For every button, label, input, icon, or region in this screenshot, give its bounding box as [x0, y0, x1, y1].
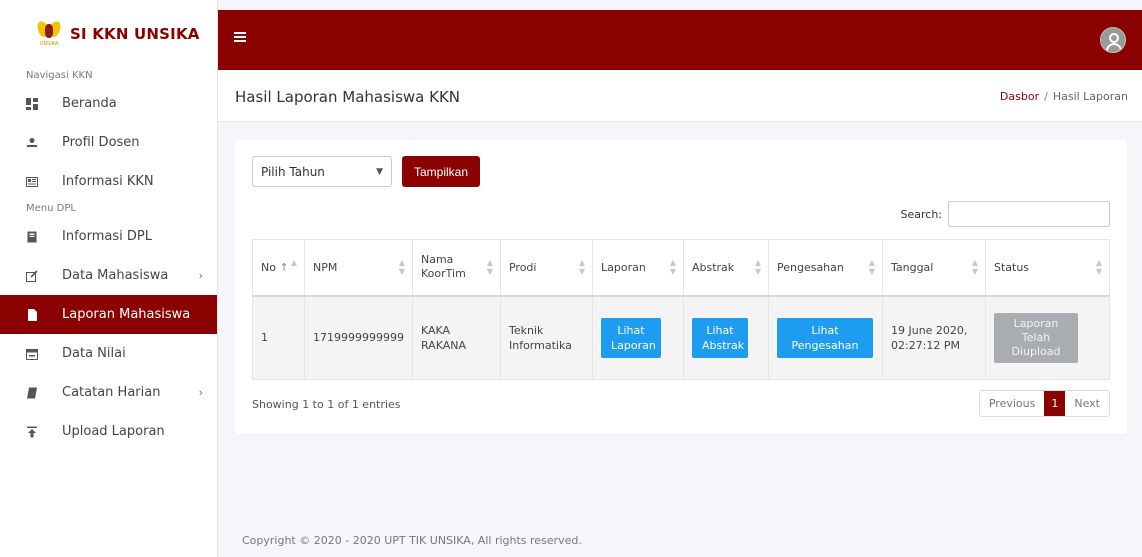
sidebar-item-catatan-harian[interactable]: Catatan Harian › [0, 373, 217, 412]
breadcrumb-home-link[interactable]: Dasbor [1000, 90, 1039, 103]
cell-status: Laporan Telah Diupload [984, 295, 1111, 380]
sidebar-item-informasi-kkn[interactable]: Informasi KKN [0, 162, 217, 201]
brand-title: SI KKN UNSIKA [70, 25, 200, 43]
chevron-down-icon: ▼ [376, 167, 383, 177]
breadcrumb: Dasbor / Hasil Laporan [1000, 90, 1128, 103]
breadcrumb-current: Hasil Laporan [1052, 90, 1128, 103]
report-card: Pilih Tahun ▼ Tampilkan Search: No ↑ ▲ NP… [235, 140, 1127, 434]
page-title: Hasil Laporan Mahasiswa KKN [235, 88, 461, 106]
status-badge: Laporan Telah Diupload [993, 312, 1078, 363]
sort-icon: ▲ ▼ [971, 258, 978, 276]
topbar [218, 10, 1142, 70]
column-header-no[interactable]: No ↑ ▲ [252, 239, 305, 297]
view-approval-button[interactable]: Lihat Pengesahan [776, 317, 873, 358]
sidebar-item-label: Profil Dosen [62, 135, 140, 150]
user-avatar[interactable] [1100, 27, 1126, 53]
book-icon [26, 231, 38, 243]
column-header-nama-koortim[interactable]: Nama KoorTim ▲ ▼ [411, 239, 501, 297]
sidebar-item-beranda[interactable]: Beranda [0, 84, 217, 123]
column-header-prodi[interactable]: Prodi ▲ ▼ [499, 239, 593, 297]
dashboard-icon [26, 97, 38, 110]
content-header: Hasil Laporan Mahasiswa KKN Dasbor / Hasil… [218, 70, 1142, 122]
table-header-row: No ↑ ▲ NPM ▲ ▼ Nama KoorTim ▲ ▼ Prodi ▲ ▼ Lapor… [252, 239, 1111, 297]
sidebar-item-label: Informasi DPL [62, 229, 152, 244]
sidebar-item-label: Data Mahasiswa [62, 268, 169, 283]
newspaper-icon [26, 176, 38, 188]
table-row: 1 1719999999999 KAKA RAKANA Teknik Infor… [252, 295, 1111, 380]
year-select[interactable]: Pilih Tahun ▼ [252, 156, 392, 187]
show-button[interactable]: Tampilkan [402, 156, 481, 187]
sort-icon: ▲ ▼ [398, 258, 405, 276]
year-filter: Pilih Tahun ▼ Tampilkan [252, 156, 481, 187]
sidebar-item-data-mahasiswa[interactable]: Data Mahasiswa › [0, 256, 217, 295]
sidebar-item-laporan-mahasiswa[interactable]: Laporan Mahasiswa [0, 295, 217, 334]
sidebar-item-label: Data Nilai [62, 346, 126, 361]
sort-icon: ▲ [290, 258, 297, 267]
breadcrumb-separator: / [1044, 90, 1048, 103]
cell-laporan: Lihat Laporan [591, 295, 684, 380]
sidebar-item-label: Informasi KKN [62, 174, 154, 189]
cell-abstrak: Lihat Abstrak [682, 295, 769, 380]
view-report-button[interactable]: Lihat Laporan [600, 317, 661, 358]
upload-icon [26, 426, 38, 438]
year-select-value: Pilih Tahun [261, 164, 325, 179]
pagination-previous[interactable]: Previous [980, 391, 1044, 416]
cell-tanggal: 19 June 2020, 02:27:12 PM [881, 295, 986, 380]
search-input[interactable] [948, 201, 1110, 227]
file-icon [26, 308, 38, 321]
table-info: Showing 1 to 1 of 1 entries [252, 398, 401, 411]
sidebar-item-data-nilai[interactable]: Data Nilai [0, 334, 217, 373]
cell-prodi: Teknik Informatika [499, 295, 593, 380]
chevron-right-icon: › [198, 269, 203, 282]
search-label: Search: [900, 207, 943, 221]
chevron-right-icon: › [198, 386, 203, 399]
pagination-next[interactable]: Next [1065, 391, 1109, 416]
sort-icon: ▲ ▼ [669, 258, 676, 276]
sidebar-item-label: Beranda [62, 96, 117, 111]
cell-npm: 1719999999999 [304, 295, 413, 380]
cell-nama: KAKA RAKANA [411, 295, 501, 380]
sidebar-item-upload-laporan[interactable]: Upload Laporan [0, 412, 217, 451]
footer-copyright: Copyright © 2020 - 2020 UPT TIK UNSIKA, … [242, 534, 582, 547]
brand[interactable]: UNSIKA SI KKN UNSIKA [0, 0, 217, 68]
sidebar-item-label: Upload Laporan [62, 424, 165, 439]
sidebar-item-label: Laporan Mahasiswa [62, 307, 191, 322]
column-header-pengesahan[interactable]: Pengesahan ▲ ▼ [767, 239, 883, 297]
hamburger-menu-icon[interactable] [234, 32, 246, 42]
column-header-status[interactable]: Status ▲ ▼ [984, 239, 1111, 297]
nav-section-navigasi: Navigasi KKN [26, 70, 93, 81]
calendar-icon [26, 348, 38, 360]
table-search: Search: [900, 201, 1110, 227]
view-abstract-button[interactable]: Lihat Abstrak [691, 317, 748, 358]
sort-icon: ▲ ▼ [578, 258, 585, 276]
column-header-tanggal[interactable]: Tanggal ▲ ▼ [881, 239, 986, 297]
user-icon [26, 137, 38, 149]
edit-icon [26, 269, 38, 282]
sort-icon: ▲ ▼ [868, 258, 875, 276]
cell-no: 1 [252, 295, 305, 380]
cell-pengesahan: Lihat Pengesahan [767, 295, 883, 380]
column-header-laporan[interactable]: Laporan ▲ ▼ [591, 239, 684, 297]
pagination: Previous 1 Next [978, 390, 1110, 417]
unsika-logo: UNSIKA [35, 19, 63, 48]
sidebar-item-profil-dosen[interactable]: Profil Dosen [0, 123, 217, 162]
column-header-abstrak[interactable]: Abstrak ▲ ▼ [682, 239, 769, 297]
column-header-npm[interactable]: NPM ▲ ▼ [304, 239, 413, 297]
journal-icon [26, 387, 38, 399]
nav-section-menu-dpl: Menu DPL [26, 203, 76, 214]
sidebar-item-label: Catatan Harian [62, 385, 161, 400]
sort-icon: ▲ ▼ [486, 258, 493, 276]
sidebar: UNSIKA SI KKN UNSIKA Navigasi KKN Berand… [0, 0, 218, 557]
sort-icon: ▲ ▼ [1095, 258, 1102, 276]
pagination-page-1[interactable]: 1 [1044, 391, 1066, 416]
report-table: No ↑ ▲ NPM ▲ ▼ Nama KoorTim ▲ ▼ Prodi ▲ ▼ Lapor… [252, 239, 1111, 380]
sort-icon: ▲ ▼ [754, 258, 761, 276]
sidebar-item-informasi-dpl[interactable]: Informasi DPL [0, 217, 217, 256]
